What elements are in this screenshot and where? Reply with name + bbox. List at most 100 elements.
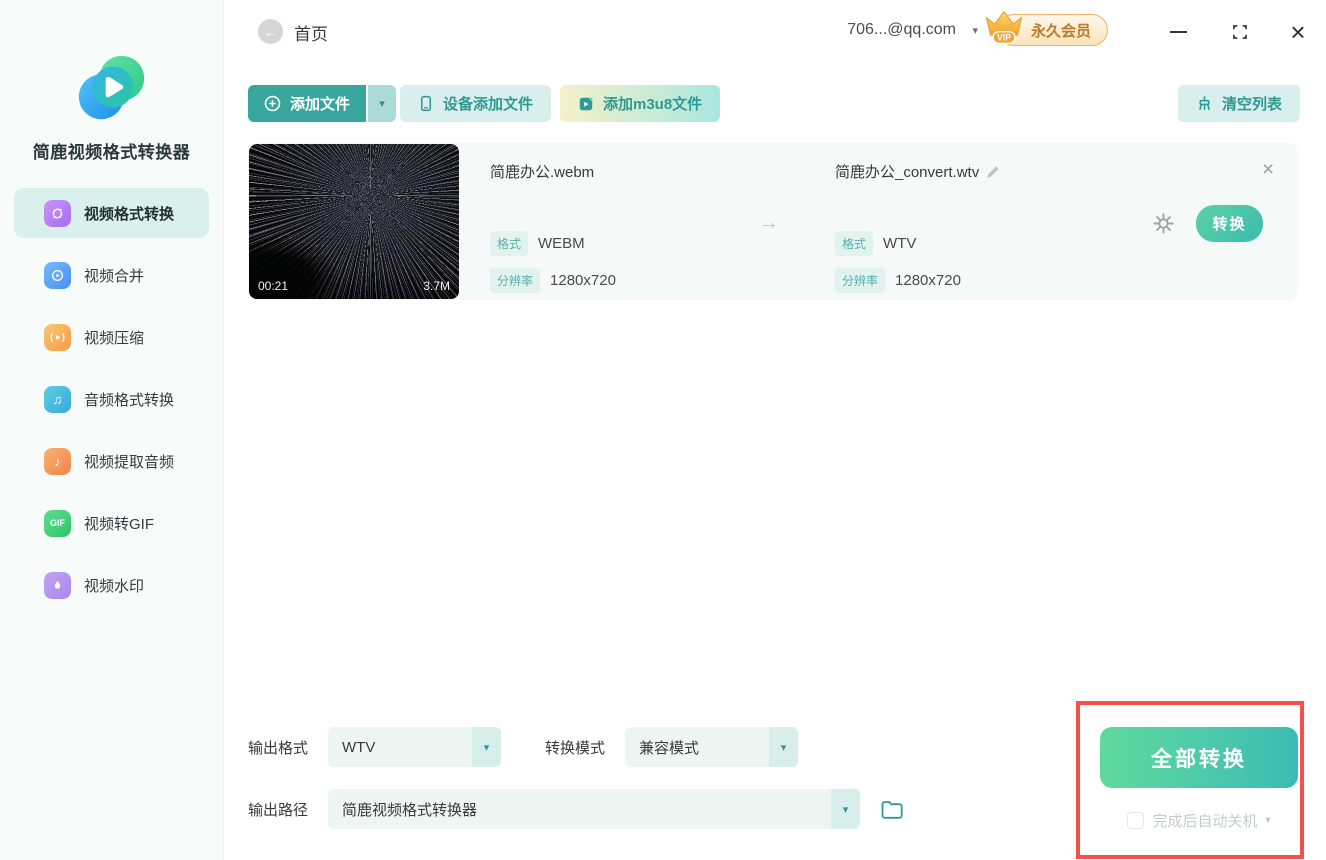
gear-icon (1153, 213, 1174, 234)
item-settings-button[interactable] (1152, 212, 1175, 240)
video-file-icon (579, 97, 593, 110)
page-title: 首页 (294, 25, 328, 44)
sidebar-item-label: 视频提取音频 (84, 453, 175, 471)
output-path-row: 输出路径 简鹿视频格式转换器 ▾ (248, 789, 904, 829)
add-file-button[interactable]: 添加文件 (248, 85, 367, 122)
source-filename: 简鹿办公.webm (490, 164, 595, 181)
output-format-select[interactable]: WTV ▾ (328, 727, 502, 767)
output-settings-row: 输出格式 WTV ▾ 转换模式 兼容模式 ▾ (248, 727, 799, 767)
sidebar-item-video-format-convert[interactable]: 视频格式转换 (14, 188, 209, 238)
video-thumbnail[interactable]: 00:21 3.7M (249, 144, 459, 299)
source-resolution-value: 1280x720 (550, 272, 616, 289)
convert-mode-select[interactable]: 兼容模式 ▾ (625, 727, 799, 767)
chevron-down-icon: ▾ (379, 98, 385, 110)
extract-audio-icon: ♪ (44, 447, 71, 475)
close-icon: × (1262, 158, 1275, 181)
video-compress-icon (44, 323, 71, 351)
chevron-down-icon[interactable]: ▾ (1265, 815, 1270, 826)
vip-badge[interactable]: VIP 永久会员 (985, 10, 1108, 46)
vip-label: 永久会员 (1030, 22, 1091, 40)
crown-icon: VIP (983, 7, 1025, 51)
audio-convert-icon: ♫ (44, 385, 71, 413)
clear-list-button[interactable]: 清空列表 (1177, 85, 1300, 122)
minimize-button[interactable] (1164, 18, 1192, 46)
edit-pencil-icon[interactable] (986, 165, 1000, 179)
video-size: 3.7M (423, 279, 450, 293)
sidebar-item-label: 视频压缩 (84, 329, 145, 347)
video-merge-icon (44, 261, 71, 289)
browse-folder-button[interactable] (880, 798, 904, 820)
topbar: ← 首页 706...@qq.com ▾ VIP 永久会员 × (224, 0, 1326, 62)
account-dropdown-icon[interactable]: ▾ (972, 24, 978, 37)
auto-shutdown-checkbox[interactable] (1127, 812, 1145, 829)
target-filename-row: 简鹿办公_convert.wtv (835, 161, 1000, 182)
convert-mode-label: 转换模式 (545, 739, 606, 757)
sidebar-item-video-watermark[interactable]: 视频水印 (14, 560, 209, 610)
sidebar-item-video-compress[interactable]: 视频压缩 (14, 312, 209, 362)
sidebar-menu: 视频格式转换 视频合并 视频压缩 ♫ 音频格式转换 ♪ 视频提取音频 GIF 视… (0, 188, 223, 622)
format-badge: 格式 (835, 231, 874, 256)
auto-shutdown-option[interactable]: 完成后自动关机 ▾ (1100, 810, 1298, 831)
add-file-label: 添加文件 (290, 96, 351, 113)
arrow-right-icon: → (758, 211, 779, 234)
target-resolution-value: 1280x720 (895, 272, 961, 289)
device-add-file-label: 设备添加文件 (443, 96, 534, 113)
sidebar-item-label: 视频合并 (84, 267, 145, 285)
app-title: 简鹿视频格式转换器 (32, 143, 191, 162)
video-duration: 00:21 (258, 279, 289, 293)
source-resolution-row: 分辨率 1280x720 (490, 268, 616, 293)
output-path-label: 输出路径 (248, 801, 309, 819)
auto-shutdown-label: 完成后自动关机 (1152, 813, 1258, 830)
close-button[interactable]: × (1284, 17, 1312, 47)
sidebar-item-video-merge[interactable]: 视频合并 (14, 250, 209, 300)
convert-button-label: 转换 (1212, 216, 1247, 233)
chevron-down-icon: ▾ (472, 727, 502, 767)
minimize-icon (1169, 31, 1187, 33)
clear-list-label: 清空列表 (1221, 96, 1282, 113)
sidebar-item-label: 音频格式转换 (84, 391, 175, 409)
target-filename: 简鹿办公_convert.wtv (835, 164, 980, 181)
target-format-value: WTV (883, 235, 917, 252)
resolution-badge: 分辨率 (490, 268, 541, 293)
convert-mode-value: 兼容模式 (639, 739, 700, 757)
format-badge: 格式 (490, 231, 529, 256)
thumbnail-overlay: 00:21 3.7M (249, 273, 459, 299)
add-file-split-button: 添加文件 ▾ (248, 85, 397, 122)
video-convert-icon (44, 199, 71, 227)
output-path-select[interactable]: 简鹿视频格式转换器 ▾ (328, 789, 861, 829)
source-format-row: 格式 WEBM (490, 231, 585, 256)
watermark-icon (44, 571, 71, 599)
broom-icon (1199, 96, 1210, 110)
maximize-button[interactable] (1226, 18, 1254, 46)
back-icon: ← (263, 23, 278, 40)
maximize-icon (1233, 25, 1247, 39)
chevron-down-icon: ▾ (831, 789, 861, 829)
source-format-value: WEBM (538, 235, 585, 252)
convert-all-label: 全部转换 (1151, 747, 1247, 771)
back-button[interactable]: ← (258, 19, 283, 44)
app-logo-icon (73, 50, 151, 133)
sidebar: 简鹿视频格式转换器 视频格式转换 视频合并 视频压缩 ♫ 音频格式转换 ♪ 视频 (0, 0, 224, 860)
file-list-item: 00:21 3.7M 简鹿办公.webm 格式 WEBM 分辨率 1280x72… (248, 143, 1298, 300)
sidebar-item-extract-audio[interactable]: ♪ 视频提取音频 (14, 436, 209, 486)
target-format-row: 格式 WTV (835, 231, 916, 256)
convert-button[interactable]: 转换 (1196, 205, 1263, 242)
add-file-dropdown[interactable]: ▾ (368, 85, 397, 122)
add-m3u8-button[interactable]: 添加m3u8文件 (560, 85, 721, 122)
chevron-down-icon: ▾ (769, 727, 799, 767)
plus-icon (264, 95, 281, 112)
sidebar-item-video-to-gif[interactable]: GIF 视频转GIF (14, 498, 209, 548)
remove-item-button[interactable]: × (1262, 158, 1274, 182)
output-format-value: WTV (342, 738, 376, 756)
target-resolution-row: 分辨率 1280x720 (835, 268, 961, 293)
sidebar-item-audio-format-convert[interactable]: ♫ 音频格式转换 (14, 374, 209, 424)
convert-all-button[interactable]: 全部转换 (1100, 727, 1298, 788)
svg-text:VIP: VIP (997, 32, 1011, 42)
gif-icon: GIF (44, 509, 71, 537)
add-m3u8-label: 添加m3u8文件 (603, 96, 703, 113)
output-format-label: 输出格式 (248, 739, 309, 757)
sidebar-item-label: 视频格式转换 (84, 205, 175, 223)
account-email[interactable]: 706...@qq.com (847, 21, 956, 39)
device-add-file-button[interactable]: 设备添加文件 (400, 85, 552, 122)
phone-icon (420, 95, 432, 112)
